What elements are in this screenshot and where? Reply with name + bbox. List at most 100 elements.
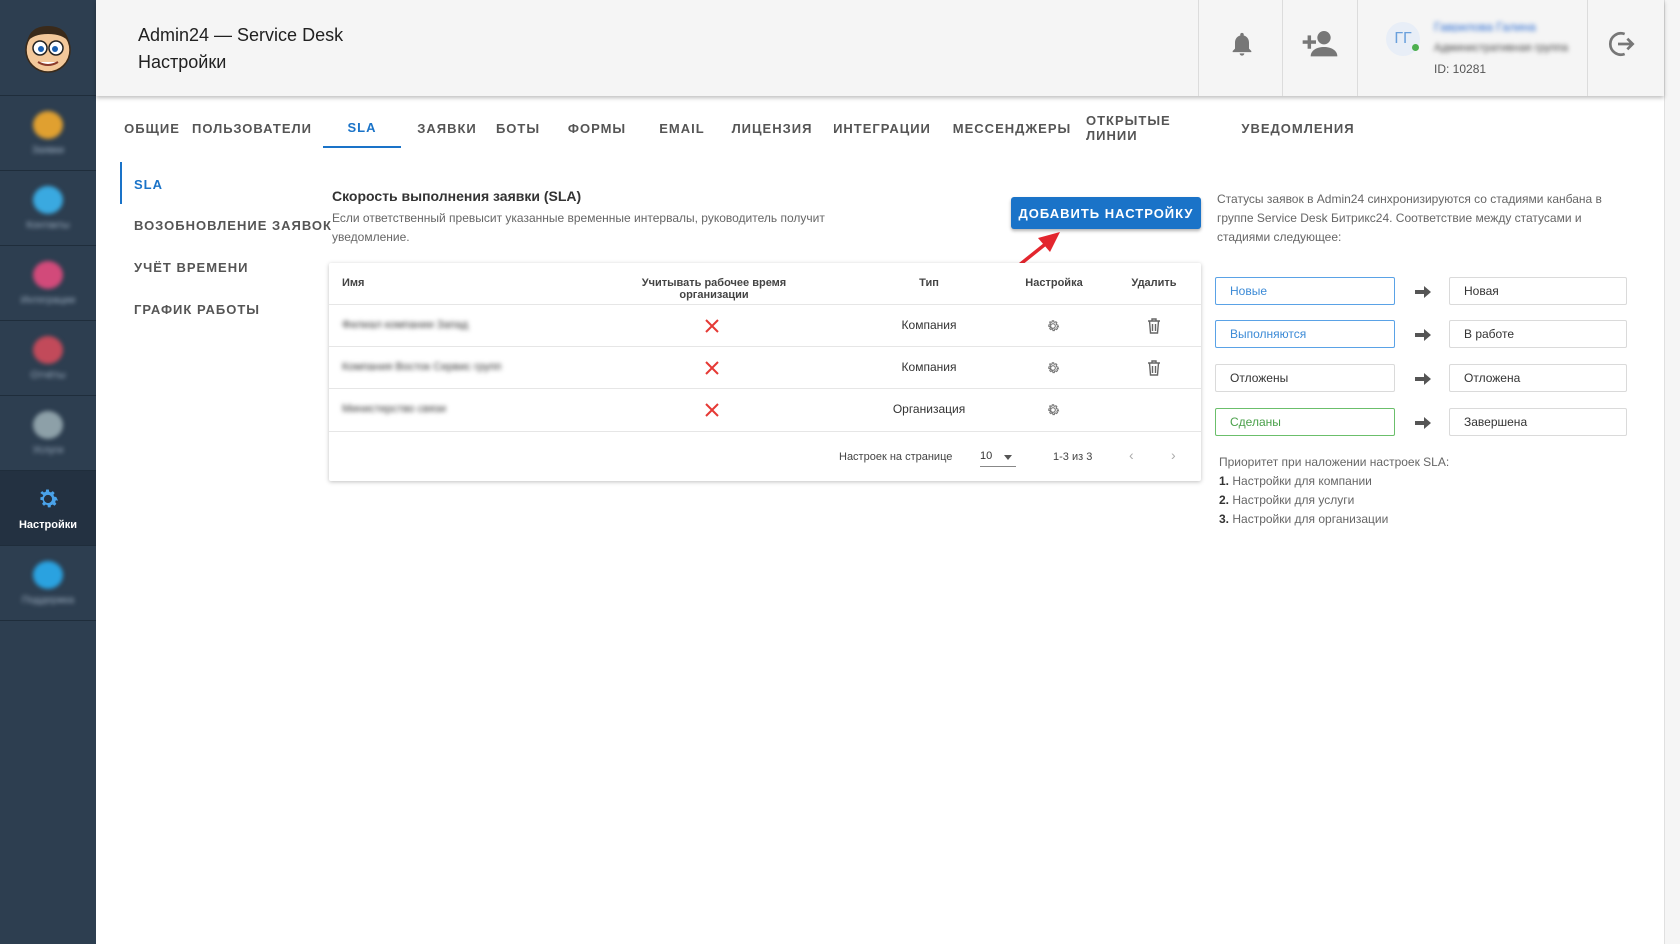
add-setting-button[interactable]: ДОБАВИТЬ НАСТРОЙКУ xyxy=(1011,197,1201,229)
chevron-left-icon[interactable]: ‹ xyxy=(1129,447,1134,463)
col-header-work-time: Учитывать рабочее время организации xyxy=(641,277,787,301)
close-x-icon xyxy=(705,319,719,333)
sla-table: Имя Учитывать рабочее время организации … xyxy=(329,263,1201,481)
tab-tickets[interactable]: Заявки xyxy=(407,108,487,148)
row-name: Филиал компании Запад xyxy=(342,319,469,331)
reports-icon xyxy=(33,335,63,364)
tickets-icon xyxy=(33,110,63,139)
sidebar-item-label: Настройки xyxy=(18,519,78,531)
sidebar-item-integrations[interactable]: Интеграции xyxy=(0,246,96,321)
chevron-down-icon[interactable] xyxy=(1004,455,1012,460)
col-header-type: Тип xyxy=(919,277,939,289)
gear-icon[interactable] xyxy=(1045,360,1061,376)
subnav-time-tracking[interactable]: Учёт времени xyxy=(134,260,248,275)
logout-icon[interactable] xyxy=(1606,28,1638,60)
tab-integrations[interactable]: Интеграции xyxy=(828,108,936,148)
stage-new[interactable]: Новая xyxy=(1449,277,1627,305)
subnav-work-schedule[interactable]: График работы xyxy=(134,302,260,317)
priority-number: 3. xyxy=(1219,512,1230,526)
section-description: Если ответственный превысит указанные вр… xyxy=(332,211,825,244)
tab-general[interactable]: Общие xyxy=(112,108,192,148)
priority-text: Настройки для компании xyxy=(1232,474,1372,488)
subnav-active-indicator xyxy=(120,162,122,204)
header-divider xyxy=(1587,0,1588,96)
tab-sla[interactable]: SLA xyxy=(323,108,401,148)
header-divider xyxy=(1198,0,1199,96)
row-type: Компания xyxy=(901,318,957,332)
user-name-link[interactable]: Гаврилова Галина xyxy=(1434,20,1574,32)
priority-item: 2. Настройки для услуги xyxy=(1219,493,1354,507)
sidebar-item-support[interactable]: Поддержка xyxy=(0,546,96,621)
col-header-delete: Удалить xyxy=(1131,277,1177,289)
bell-icon[interactable] xyxy=(1228,28,1256,60)
page-range: 1-3 из 3 xyxy=(1053,451,1093,463)
priority-item: 3. Настройки для организации xyxy=(1219,512,1388,526)
table-row[interactable]: Филиал компании Запад Компания xyxy=(329,304,1201,346)
priority-title: Приоритет при наложении настроек SLA: xyxy=(1219,455,1450,469)
tab-license[interactable]: Лицензия xyxy=(727,108,817,148)
status-postponed[interactable]: Отложены xyxy=(1215,364,1395,392)
stage-in-progress[interactable]: В работе xyxy=(1449,320,1627,348)
sidebar-item-tickets[interactable]: Заявки xyxy=(0,96,96,171)
priority-text: Настройки для организации xyxy=(1232,512,1389,526)
priority-item: 1. Настройки для компании xyxy=(1219,474,1372,488)
gear-icon[interactable] xyxy=(1045,318,1061,334)
app-title: Admin24 — Service Desk xyxy=(138,25,344,45)
close-x-icon xyxy=(705,361,719,375)
row-name: Министерство связи xyxy=(342,403,446,415)
status-done[interactable]: Сделаны xyxy=(1215,408,1395,436)
subnav-sla[interactable]: SLA xyxy=(134,177,163,192)
subnav-ticket-renewal[interactable]: Возобновление заявок xyxy=(134,218,332,233)
status-new[interactable]: Новые xyxy=(1215,277,1395,305)
tab-bots[interactable]: Боты xyxy=(488,108,548,148)
header-divider xyxy=(1282,0,1283,96)
sidebar-item-contacts[interactable]: Контакты xyxy=(0,171,96,246)
mascot-logo-icon xyxy=(25,25,71,73)
sidebar-item-label: Интеграции xyxy=(20,294,76,306)
row-type: Компания xyxy=(901,360,957,374)
app-logo[interactable] xyxy=(0,0,96,96)
stage-postponed[interactable]: Отложена xyxy=(1449,364,1627,392)
tab-forms[interactable]: Формы xyxy=(562,108,632,148)
priority-number: 2. xyxy=(1219,493,1230,507)
page-scrollbar[interactable] xyxy=(1664,0,1680,944)
sidebar-item-label: Поддержка xyxy=(21,594,75,606)
tab-open-lines[interactable]: Открытые линии xyxy=(1086,108,1226,148)
sidebar-item-label: Услуги xyxy=(32,444,64,456)
user-subtitle: Административная группа xyxy=(1434,42,1568,54)
row-type: Организация xyxy=(892,402,966,416)
arrow-right-icon xyxy=(1415,286,1431,298)
row-name: Компания Восток Сервис групп xyxy=(342,361,502,373)
sidebar-item-label: Заявки xyxy=(31,144,65,156)
trash-icon[interactable] xyxy=(1146,359,1162,377)
arrow-right-icon xyxy=(1415,373,1431,385)
col-header-name[interactable]: Имя xyxy=(342,277,364,289)
tab-users[interactable]: Пользователи xyxy=(192,108,311,148)
col-header-settings: Настройка xyxy=(1025,277,1083,289)
gear-icon xyxy=(40,489,59,508)
section-title: Скорость выполнения заявки (SLA) xyxy=(332,188,582,204)
close-x-icon xyxy=(705,403,719,417)
sidebar-item-label: Отчёты xyxy=(30,369,66,381)
status-in-progress[interactable]: Выполняются xyxy=(1215,320,1395,348)
trash-icon[interactable] xyxy=(1146,317,1162,335)
gear-icon[interactable] xyxy=(1045,402,1061,418)
sidebar-item-settings[interactable]: Настройки xyxy=(0,471,96,546)
sidebar-item-services[interactable]: Услуги xyxy=(0,396,96,471)
integrations-icon xyxy=(33,260,63,289)
tab-messengers[interactable]: Мессенджеры xyxy=(953,108,1070,148)
table-pagination: Настроек на странице 10 1-3 из 3 ‹ › xyxy=(329,431,1201,481)
status-mapping-description: Статусы заявок в Admin24 синхронизируютс… xyxy=(1217,192,1602,244)
header-titles: Admin24 — Service Desk Настройки xyxy=(138,22,343,76)
header-divider xyxy=(1357,0,1358,96)
chevron-right-icon[interactable]: › xyxy=(1171,447,1176,463)
sidebar-item-reports[interactable]: Отчёты xyxy=(0,321,96,396)
table-row[interactable]: Компания Восток Сервис групп Компания xyxy=(329,346,1201,388)
add-user-icon[interactable] xyxy=(1300,26,1340,60)
tab-notifications[interactable]: Уведомления xyxy=(1241,108,1355,148)
stage-done[interactable]: Завершена xyxy=(1449,408,1627,436)
table-row[interactable]: Министерство связи Организация xyxy=(329,388,1201,430)
top-header: Admin24 — Service Desk Настройки ГГ Гавр… xyxy=(96,0,1664,96)
tab-email[interactable]: Email xyxy=(652,108,712,148)
sidebar-item-label: Контакты xyxy=(26,219,70,231)
